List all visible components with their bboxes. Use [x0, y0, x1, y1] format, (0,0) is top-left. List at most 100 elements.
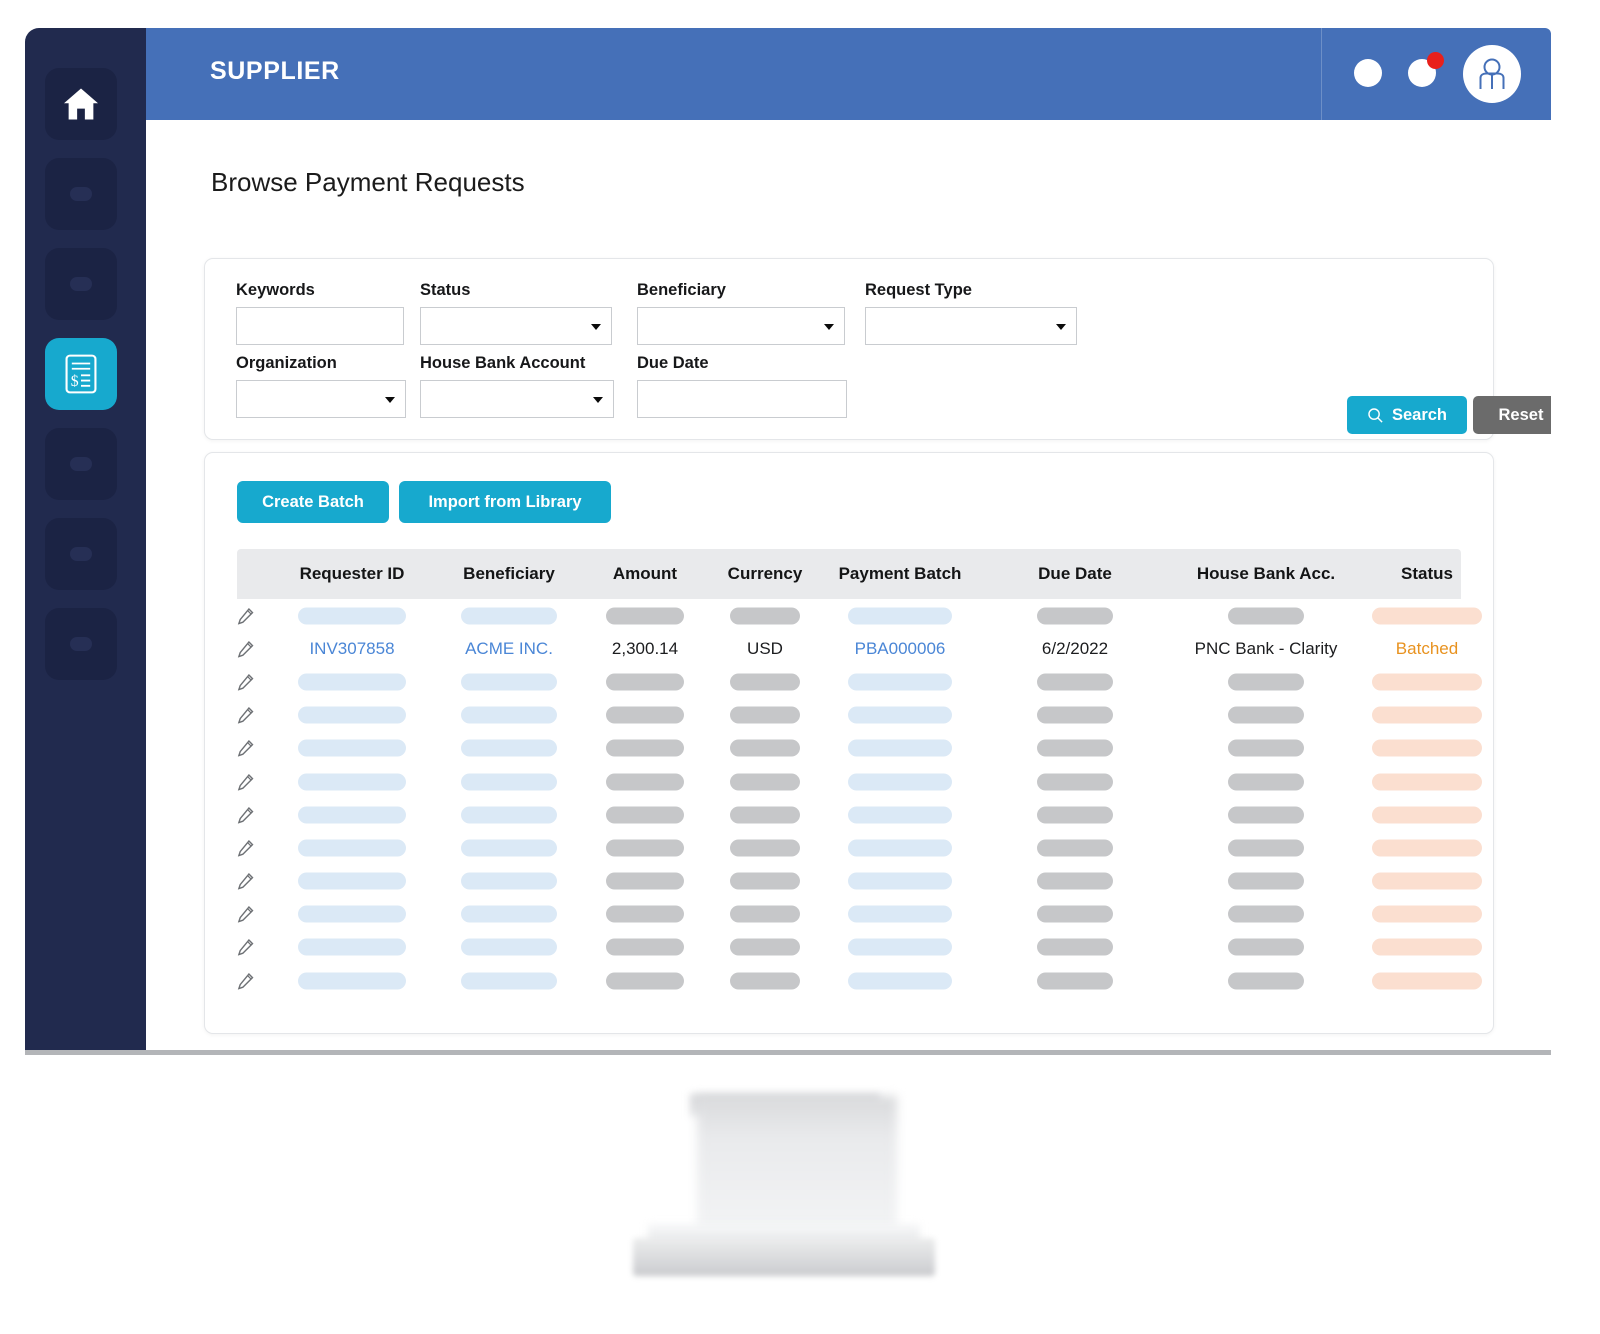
table-row[interactable]	[237, 665, 1482, 698]
edit-pencil-icon[interactable]	[237, 839, 254, 857]
skeleton-placeholder	[606, 938, 684, 956]
column-header-amount[interactable]: Amount	[613, 564, 677, 584]
skeleton-placeholder	[848, 607, 952, 625]
table-row[interactable]	[237, 964, 1482, 997]
sidebar-item-home[interactable]	[45, 68, 117, 140]
edit-pencil-icon[interactable]	[237, 607, 254, 625]
table-row[interactable]	[237, 898, 1482, 931]
dot-icon	[70, 547, 92, 561]
monitor-bottom-edge	[25, 1050, 1551, 1055]
cell-amount: 2,300.14	[611, 638, 679, 658]
table-row[interactable]	[237, 699, 1482, 732]
table-row[interactable]: INV307858 ACME INC. 2,300.14 USD PBA000006 6/…	[237, 632, 1461, 665]
table-row[interactable]	[237, 765, 1482, 798]
cell-status: Batched	[1395, 638, 1459, 658]
cell-beneficiary[interactable]: ACME INC.	[465, 639, 553, 659]
table-row[interactable]	[237, 798, 1482, 831]
due-date-input[interactable]	[637, 380, 847, 418]
skeleton-placeholder	[730, 972, 800, 990]
skeleton-placeholder	[298, 839, 406, 857]
column-header-status[interactable]: Status	[1401, 564, 1453, 584]
circle-icon-1[interactable]	[1354, 59, 1382, 87]
skeleton-placeholder	[298, 706, 406, 724]
sidebar-item-nav-placeholder-2[interactable]	[45, 248, 117, 320]
select-organization[interactable]	[236, 380, 406, 418]
sidebar-item-nav-placeholder-5[interactable]	[45, 608, 117, 680]
sidebar-item-payment-requests[interactable]: $	[45, 338, 117, 410]
skeleton-placeholder	[461, 607, 557, 625]
skeleton-placeholder	[730, 773, 800, 791]
skeleton-placeholder	[298, 872, 406, 890]
cell-payment-batch[interactable]: PBA000006	[855, 639, 946, 659]
edit-pencil-icon[interactable]	[237, 640, 254, 658]
skeleton-placeholder	[1228, 706, 1304, 724]
reset-button-label: Reset	[1498, 405, 1544, 424]
skeleton-placeholder	[848, 872, 952, 890]
edit-pencil-icon[interactable]	[237, 873, 254, 890]
table-row[interactable]	[237, 599, 1482, 632]
table-row[interactable]	[237, 831, 1482, 864]
skeleton-placeholder	[848, 905, 952, 923]
edit-pencil-icon[interactable]	[237, 972, 254, 990]
skeleton-placeholder	[848, 972, 952, 990]
label-request-type: Request Type	[865, 281, 972, 299]
cell-requester-id[interactable]: INV307858	[309, 639, 394, 659]
skeleton-placeholder	[730, 905, 800, 923]
edit-pencil-icon[interactable]	[237, 906, 254, 923]
skeleton-placeholder	[848, 938, 952, 956]
label-status: Status	[420, 281, 471, 299]
reset-button[interactable]: Reset	[1473, 396, 1551, 434]
import-library-label: Import from Library	[428, 492, 582, 511]
edit-pencil-icon[interactable]	[237, 939, 254, 957]
column-header-requester-id[interactable]: Requester ID	[300, 564, 405, 584]
edit-pencil-icon[interactable]	[237, 773, 254, 791]
select-status[interactable]	[420, 307, 612, 345]
skeleton-placeholder	[1372, 905, 1482, 923]
dot-icon	[70, 187, 92, 201]
sidebar-item-nav-placeholder-4[interactable]	[45, 518, 117, 590]
sidebar: $	[25, 28, 146, 1050]
skeleton-placeholder	[1372, 806, 1482, 824]
skeleton-placeholder	[1372, 773, 1482, 791]
skeleton-placeholder	[606, 706, 684, 724]
skeleton-placeholder	[730, 839, 800, 857]
edit-pencil-icon[interactable]	[237, 806, 254, 824]
import-from-library-button[interactable]: Import from Library	[399, 481, 611, 523]
select-request-type[interactable]	[865, 307, 1077, 345]
monitor-shell: $ SUPPLIER Browse Payment Requests Keywo…	[0, 0, 1600, 1334]
table-row[interactable]	[237, 865, 1482, 898]
column-header-due-date[interactable]: Due Date	[1038, 564, 1112, 584]
table-body: INV307858 ACME INC. 2,300.14 USD PBA000006 6/…	[237, 599, 1482, 997]
skeleton-placeholder	[606, 972, 684, 990]
sidebar-item-nav-placeholder-1[interactable]	[45, 158, 117, 230]
skeleton-placeholder	[298, 938, 406, 956]
column-header-currency[interactable]: Currency	[728, 564, 803, 584]
column-header-payment-batch[interactable]: Payment Batch	[839, 564, 962, 584]
skeleton-placeholder	[730, 806, 800, 824]
skeleton-placeholder	[461, 806, 557, 824]
avatar[interactable]	[1463, 45, 1521, 103]
column-header-house-bank-acc[interactable]: House Bank Acc.	[1197, 564, 1335, 584]
label-beneficiary: Beneficiary	[637, 281, 726, 299]
create-batch-button[interactable]: Create Batch	[237, 481, 389, 523]
skeleton-placeholder	[1037, 673, 1113, 691]
skeleton-placeholder	[298, 972, 406, 990]
select-house-bank-account[interactable]	[420, 380, 614, 418]
skeleton-placeholder	[848, 839, 952, 857]
app-title: SUPPLIER	[210, 57, 340, 85]
table-row[interactable]	[237, 732, 1482, 765]
skeleton-placeholder	[298, 773, 406, 791]
table-row[interactable]	[237, 931, 1482, 964]
select-beneficiary[interactable]	[637, 307, 845, 345]
edit-pencil-icon[interactable]	[237, 740, 254, 758]
label-organization: Organization	[236, 354, 337, 372]
edit-pencil-icon[interactable]	[237, 707, 254, 724]
skeleton-placeholder	[1372, 872, 1482, 890]
search-button[interactable]: Search	[1347, 396, 1467, 434]
search-input-keywords[interactable]	[236, 307, 404, 345]
column-header-beneficiary[interactable]: Beneficiary	[463, 564, 555, 584]
create-batch-label: Create Batch	[262, 492, 364, 511]
edit-pencil-icon[interactable]	[237, 673, 254, 691]
skeleton-placeholder	[848, 673, 952, 691]
sidebar-item-nav-placeholder-3[interactable]	[45, 428, 117, 500]
